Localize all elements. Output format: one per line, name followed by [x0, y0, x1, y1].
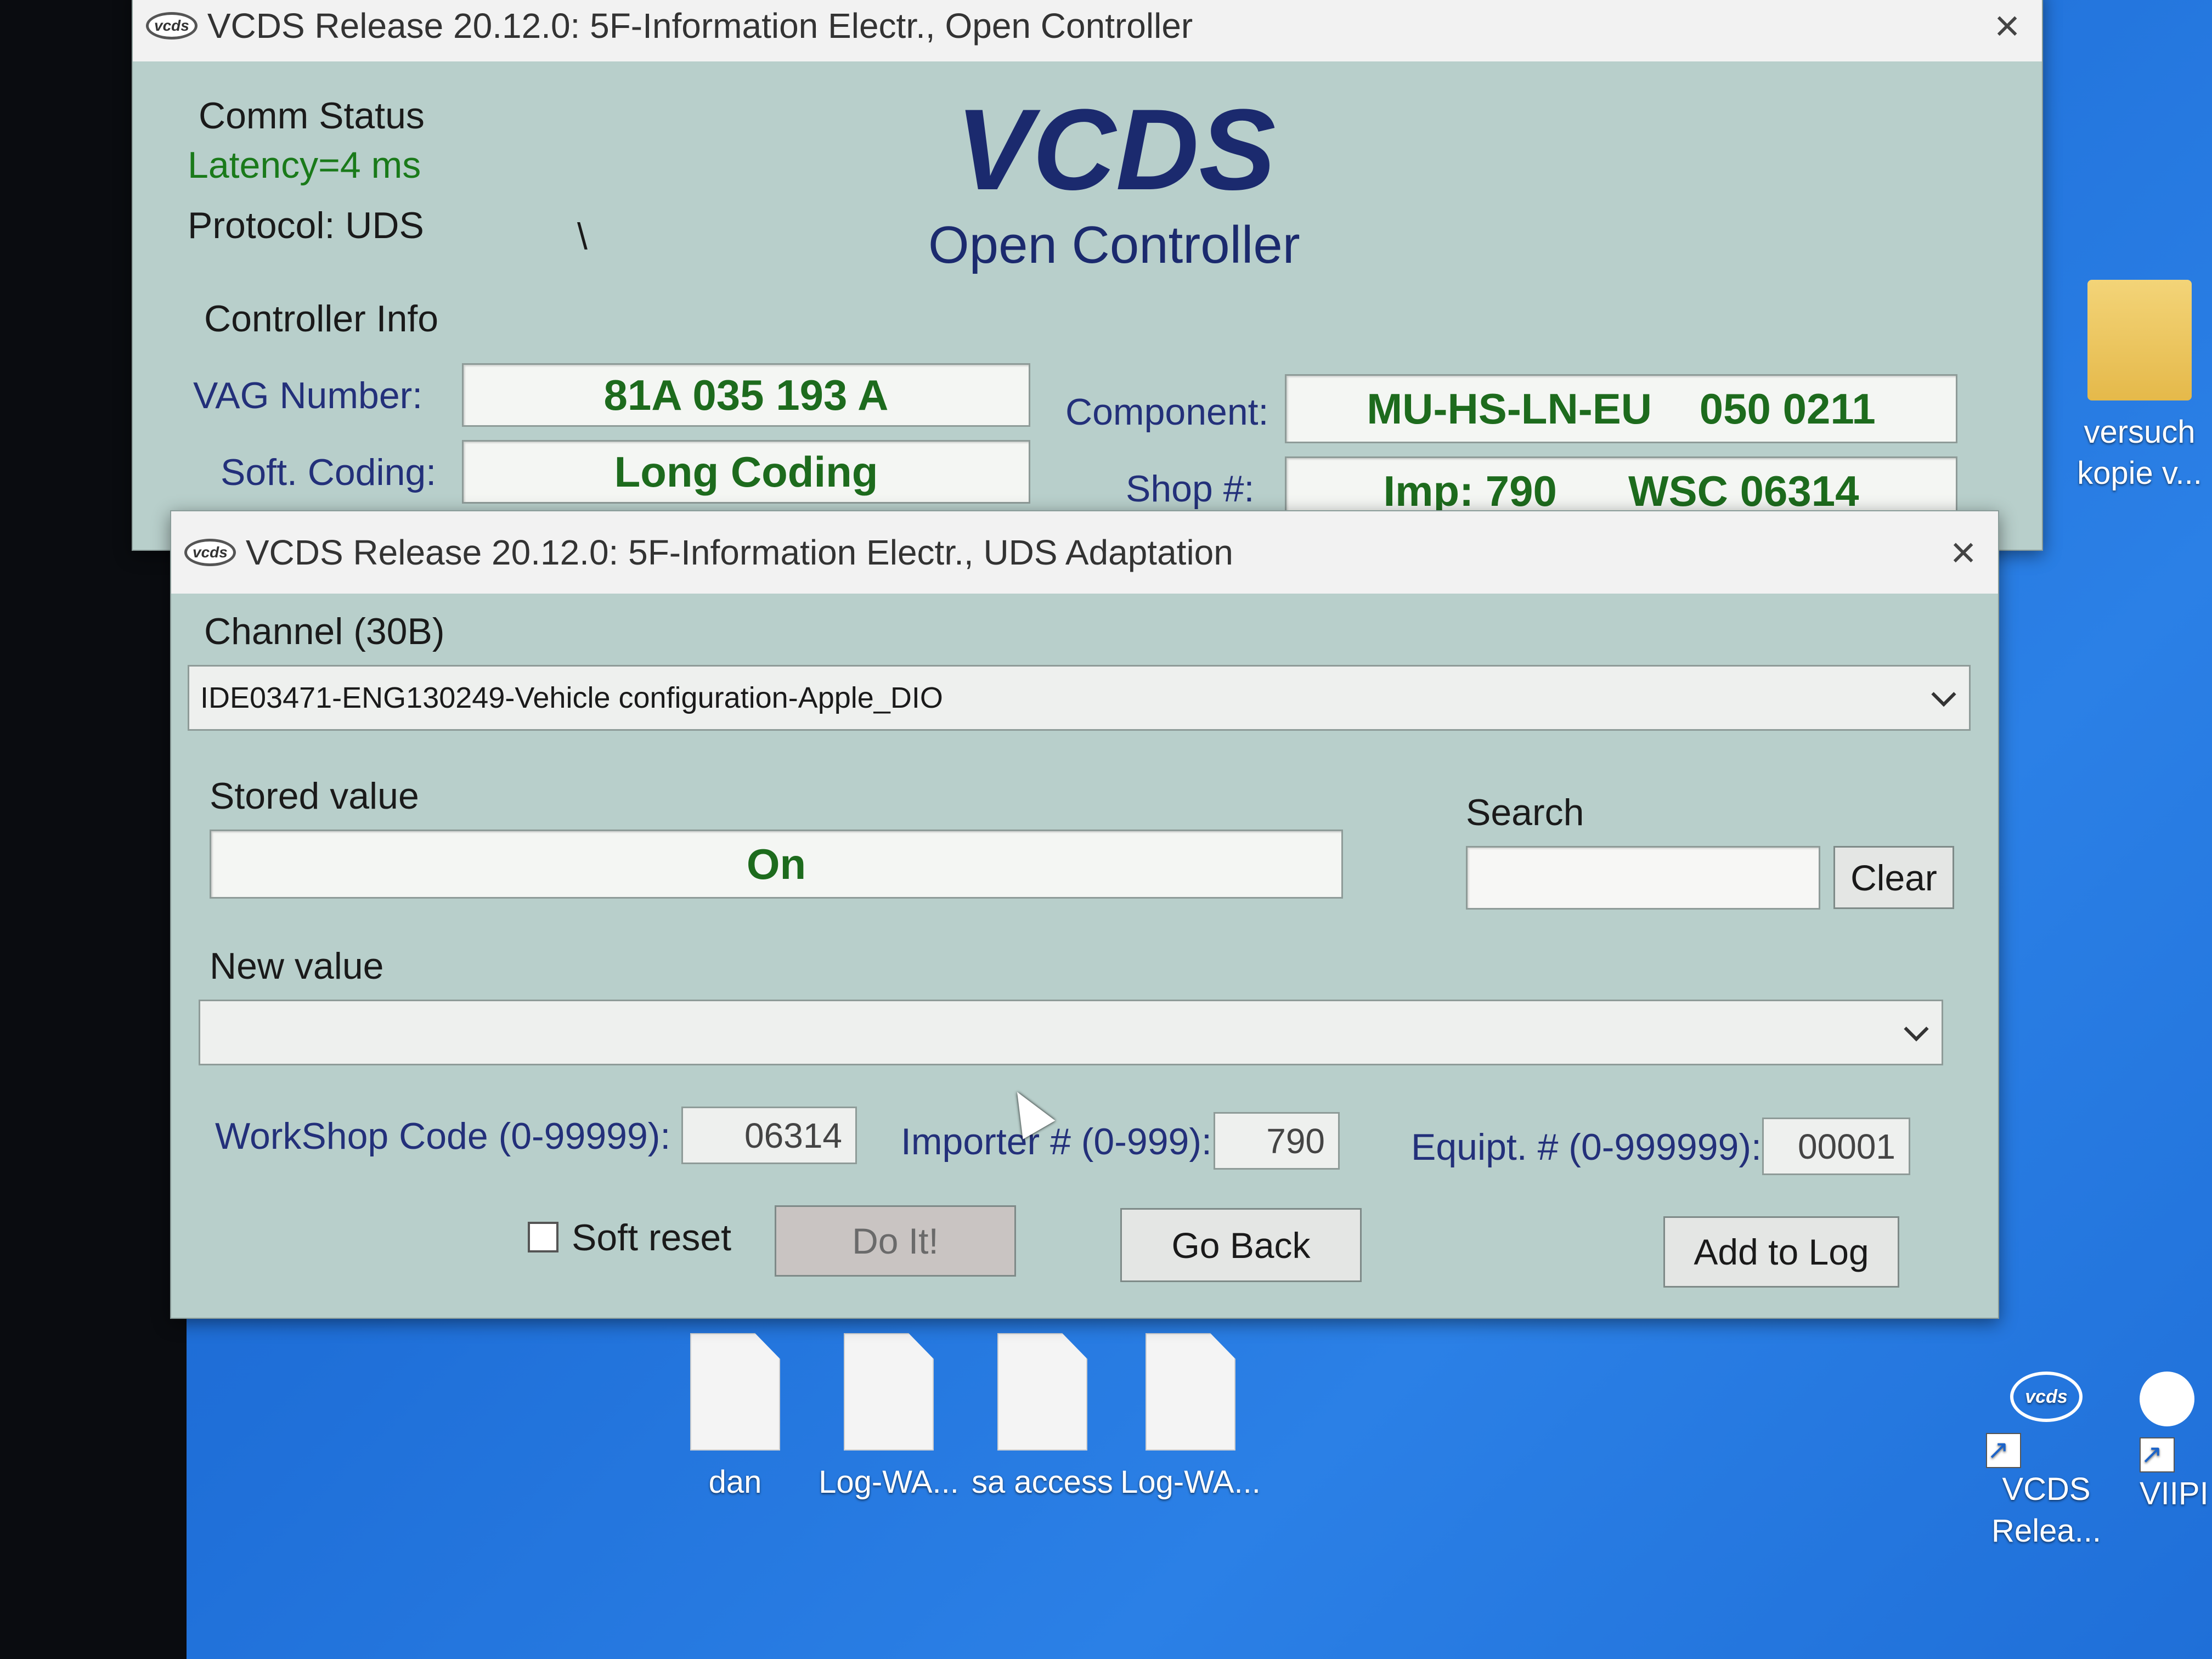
folder-icon [2087, 280, 2192, 400]
document-icon [1146, 1333, 1235, 1451]
desktop-shortcut-viipi[interactable]: ↗ VIIPI [2140, 1372, 2211, 1515]
go-back-button[interactable]: Go Back [1120, 1208, 1362, 1282]
controller-info-label: Controller Info [204, 298, 439, 340]
desktop-file-sa-access[interactable]: sa access [966, 1333, 1119, 1503]
equipt-label: Equipt. # (0-999999): [1411, 1126, 1762, 1168]
folder-label-1: versuch [2084, 414, 2196, 450]
latency-text: Latency=4 ms [188, 144, 421, 186]
close-icon[interactable]: × [1994, 1, 2020, 51]
protocol-text: Protocol: UDS [188, 205, 424, 246]
comm-status-label: Comm Status [199, 95, 425, 137]
importer-label: Importer # (0-999): [901, 1121, 1212, 1163]
stored-value-label: Stored value [210, 775, 419, 817]
brand-title: VCDS [956, 85, 1276, 214]
document-icon [844, 1333, 934, 1451]
file-label: sa access [972, 1464, 1113, 1500]
desktop-file-log-wa-1[interactable]: Log-WA... [817, 1333, 960, 1503]
desktop-file-log-wa-2[interactable]: Log-WA... [1119, 1333, 1262, 1503]
workshop-code-field[interactable]: 06314 [681, 1107, 857, 1164]
desktop-file-dan[interactable]: dan [669, 1333, 801, 1503]
shortcut-arrow-icon: ↗ [1986, 1433, 2021, 1468]
vag-number-field: 81A 035 193 A [462, 363, 1030, 427]
shortcut-label-1: VCDS [2002, 1471, 2091, 1508]
chevron-down-icon [1904, 1016, 1929, 1042]
desktop-shortcut-vcds[interactable]: vcds ↗ VCDS Relea... [1980, 1372, 2112, 1551]
shortcut-arrow-icon: ↗ [2140, 1437, 2175, 1472]
component-field: MU-HS-LN-EU 050 0211 [1285, 374, 1957, 443]
channel-label: Channel (30B) [204, 611, 445, 652]
close-icon[interactable]: × [1950, 527, 1976, 578]
screen-subtitle: Open Controller [928, 216, 1300, 274]
document-icon [997, 1333, 1087, 1451]
file-label: Log-WA... [1120, 1464, 1261, 1500]
vcds-logo-icon: vcds [184, 539, 236, 566]
shortcut-label: VIIPI [2140, 1476, 2209, 1512]
folder-label-2: kopie v... [2077, 455, 2202, 492]
soft-reset-checkbox[interactable] [528, 1222, 558, 1252]
soft-coding-field: Long Coding [462, 440, 1030, 504]
uds-adaptation-window: vcds VCDS Release 20.12.0: 5F-Informatio… [170, 510, 1999, 1319]
document-icon [690, 1333, 780, 1451]
shortcut-label-2: Relea... [1991, 1513, 2101, 1549]
file-label: Log-WA... [819, 1464, 959, 1500]
component-label: Component: [1065, 391, 1269, 433]
vag-number-label: VAG Number: [193, 375, 423, 416]
do-it-button[interactable]: Do It! [775, 1205, 1016, 1277]
search-input[interactable] [1466, 846, 1820, 910]
new-value-label: New value [210, 945, 384, 987]
vcds-logo-icon: vcds [146, 12, 198, 40]
shop-label: Shop #: [1126, 468, 1255, 510]
open-controller-window: vcds VCDS Release 20.12.0: 5F-Informatio… [132, 0, 2043, 551]
app-logo-icon [2140, 1372, 2194, 1426]
desktop-folder-versuch[interactable]: versuch kopie v... [2068, 280, 2211, 494]
workshop-code-label: WorkShop Code (0-99999): [215, 1115, 671, 1157]
equipt-field[interactable]: 00001 [1762, 1118, 1910, 1175]
clear-button[interactable]: Clear [1833, 846, 1954, 909]
title-bar: vcds VCDS Release 20.12.0: 5F-Informatio… [171, 511, 1998, 594]
chevron-down-icon [1931, 681, 1956, 707]
window-title: VCDS Release 20.12.0: 5F-Information Ele… [207, 6, 1193, 46]
soft-coding-label: Soft. Coding: [221, 452, 437, 493]
new-value-dropdown[interactable] [199, 1000, 1943, 1065]
importer-field[interactable]: 790 [1214, 1112, 1340, 1170]
channel-dropdown[interactable]: IDE03471-ENG130249-Vehicle configuration… [188, 665, 1971, 731]
search-label: Search [1466, 792, 1584, 833]
activity-spinner: \ [577, 216, 588, 257]
file-label: dan [708, 1464, 762, 1500]
title-bar: vcds VCDS Release 20.12.0: 5F-Informatio… [133, 0, 2042, 61]
channel-selected-value: IDE03471-ENG130249-Vehicle configuration… [200, 681, 943, 714]
vcds-logo-icon: vcds [2010, 1372, 2083, 1422]
stored-value-field: On [210, 830, 1343, 899]
window-title: VCDS Release 20.12.0: 5F-Information Ele… [245, 533, 1233, 572]
soft-reset-label: Soft reset [572, 1217, 732, 1259]
add-to-log-button[interactable]: Add to Log [1663, 1216, 1899, 1288]
